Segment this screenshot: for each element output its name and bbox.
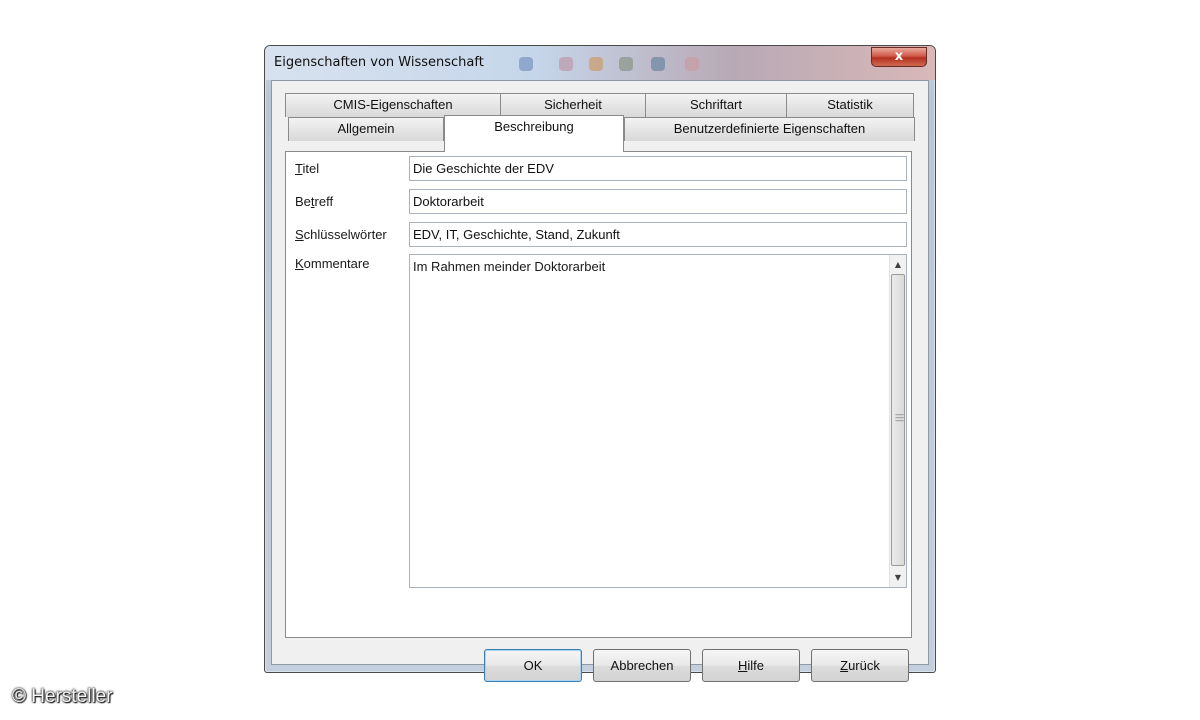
- tab-benutzerdefinierte-eigenschaften[interactable]: Benutzerdefinierte Eigenschaften: [624, 117, 915, 141]
- kommentare-label: Kommentare: [295, 256, 370, 271]
- kommentare-text: Im Rahmen meinder Doktorarbeit: [413, 259, 606, 274]
- tab-statistik[interactable]: Statistik: [786, 93, 914, 117]
- blurred-toolbar-icon: [519, 57, 533, 71]
- hilfe-button[interactable]: Hilfe: [702, 649, 800, 682]
- schluesselwoerter-input[interactable]: EDV, IT, Geschichte, Stand, Zukunft: [409, 222, 907, 247]
- dialog-title: Eigenschaften von Wissenschaft: [274, 55, 484, 70]
- tab-schriftart[interactable]: Schriftart: [645, 93, 787, 117]
- schluesselwoerter-label: Schlüsselwörter: [295, 227, 387, 242]
- scroll-down-arrow-icon[interactable]: ▼: [890, 569, 906, 586]
- scroll-up-arrow-icon[interactable]: ▲: [890, 256, 906, 273]
- blurred-toolbar-icon: [685, 57, 699, 71]
- beschreibung-panel: Titel Die Geschichte der EDV Betreff Dok…: [285, 151, 912, 638]
- copyright-watermark: © Hersteller: [12, 686, 113, 707]
- titel-input[interactable]: Die Geschichte der EDV: [409, 156, 907, 181]
- tab-beschreibung[interactable]: Beschreibung: [444, 115, 624, 152]
- zurueck-button[interactable]: Zurück: [811, 649, 909, 682]
- abbrechen-button[interactable]: Abbrechen: [593, 649, 691, 682]
- tab-allgemein[interactable]: Allgemein: [288, 117, 444, 141]
- betreff-input[interactable]: Doktorarbeit: [409, 189, 907, 214]
- close-icon: x: [894, 49, 904, 64]
- kommentare-scrollbar[interactable]: ▲ — — — ▼: [889, 255, 906, 587]
- tab-sicherheit[interactable]: Sicherheit: [500, 93, 646, 117]
- tab-cmis-eigenschaften[interactable]: CMIS-Eigenschaften: [285, 93, 501, 117]
- scrollbar-thumb[interactable]: — — —: [891, 274, 905, 566]
- ok-button[interactable]: OK: [484, 649, 582, 682]
- scroll-grip-icon: — — —: [895, 410, 904, 426]
- blurred-toolbar-icon: [589, 57, 603, 71]
- kommentare-textarea[interactable]: Im Rahmen meinder Doktorarbeit ▲ — — — ▼: [409, 254, 907, 588]
- title-bar[interactable]: Eigenschaften von Wissenschaft x: [265, 46, 935, 80]
- properties-dialog: Eigenschaften von Wissenschaft x CMIS-Ei…: [264, 45, 936, 682]
- titel-label: Titel: [295, 161, 320, 176]
- blurred-toolbar-icon: [619, 57, 633, 71]
- dialog-body: CMIS-Eigenschaften Sicherheit Schriftart…: [271, 80, 929, 682]
- blurred-toolbar-icon: [559, 57, 573, 71]
- betreff-label: Betreff: [295, 194, 334, 209]
- close-button[interactable]: x: [871, 47, 927, 67]
- blurred-toolbar-icon: [651, 57, 665, 71]
